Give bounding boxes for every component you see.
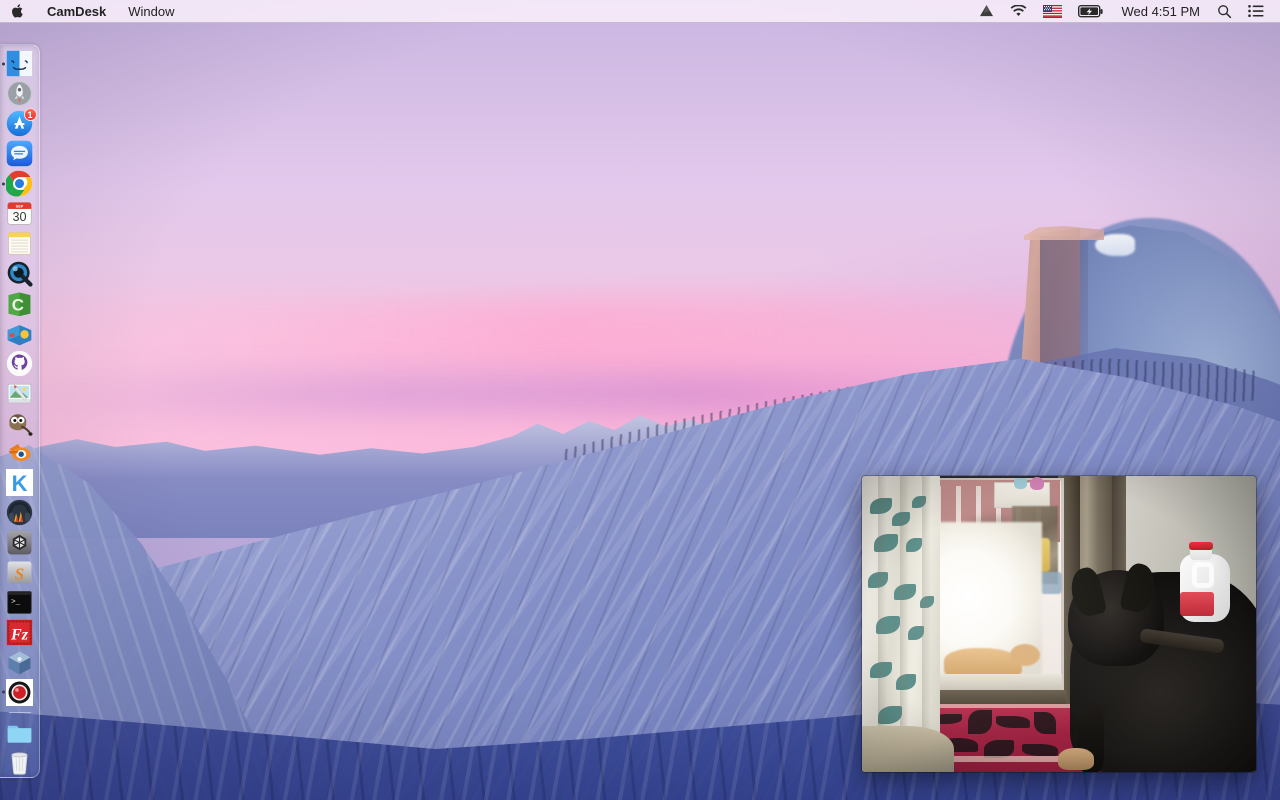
launchpad-icon — [6, 81, 33, 107]
notification-center-icon[interactable] — [1240, 0, 1272, 22]
scene-outdoor-clutter — [1040, 572, 1062, 594]
svg-text:C: C — [12, 295, 24, 314]
dock-item-camdesk[interactable] — [0, 677, 40, 707]
dock-item-messages[interactable] — [0, 139, 40, 169]
svg-text:Fz: Fz — [10, 626, 29, 643]
calibre-icon: C — [8, 292, 31, 316]
dock-item-unity[interactable] — [0, 528, 40, 558]
sublime-text-icon: S — [7, 561, 32, 584]
dock-item-filezilla[interactable]: Fz — [0, 618, 40, 648]
camdesk-video-feed[interactable] — [862, 476, 1256, 772]
battery-charging-icon[interactable] — [1070, 0, 1112, 22]
dock-item-sublime-text[interactable]: S — [0, 558, 40, 588]
folder-icon — [7, 725, 32, 743]
menu-bar-app-name[interactable]: CamDesk — [36, 0, 117, 22]
blender-icon — [8, 444, 31, 462]
dock-item-calibre[interactable]: C — [0, 288, 40, 318]
search-icon[interactable] — [1209, 0, 1240, 22]
quicksilver-icon — [7, 261, 33, 287]
svg-text:>_: >_ — [11, 598, 21, 606]
running-indicator — [1, 182, 5, 186]
trash-icon — [11, 752, 28, 775]
dock[interactable]: 1 SEP 30 C K S >_ Fz — [0, 44, 40, 778]
scene-milk-jug-cap — [1189, 542, 1213, 550]
dock-item-app-store[interactable]: 1 — [0, 107, 40, 139]
wifi-icon[interactable] — [1002, 0, 1035, 22]
camdesk-window[interactable] — [862, 476, 1256, 772]
dock-item-finder[interactable] — [0, 49, 40, 79]
app-store-badge: 1 — [23, 107, 37, 121]
list-glyph — [1248, 4, 1264, 18]
finder-icon — [6, 51, 33, 77]
running-indicator — [1, 690, 5, 694]
github-icon — [6, 350, 33, 376]
dock-item-kodi[interactable]: K — [0, 468, 40, 498]
dock-item-calendar[interactable]: SEP 30 — [0, 199, 40, 229]
dock-item-notes[interactable] — [0, 229, 40, 259]
scene-cup — [1014, 478, 1027, 489]
preview-icon — [7, 383, 32, 403]
menu-bar: CamDesk Window Wed 4:51 PM — [0, 0, 1280, 23]
google-drive-glyph — [980, 5, 994, 17]
svg-text:30: 30 — [12, 210, 26, 224]
menu-bar-clock[interactable]: Wed 4:51 PM — [1112, 4, 1209, 19]
transmit-icon — [7, 324, 32, 346]
apple-menu[interactable] — [0, 0, 36, 22]
svg-text:SEP: SEP — [16, 204, 24, 209]
menu-bar-left: CamDesk Window — [0, 0, 186, 22]
dock-item-transmit[interactable] — [0, 318, 40, 348]
messages-icon — [6, 141, 33, 167]
menu-bar-status-area: Wed 4:51 PM — [971, 0, 1280, 22]
dock-item-quicksilver[interactable] — [0, 258, 40, 288]
filezilla-icon: Fz — [6, 619, 33, 646]
dock-item-gimp[interactable] — [0, 408, 40, 438]
dock-item-terminal[interactable]: >_ — [0, 588, 40, 618]
dock-item-blender[interactable] — [0, 438, 40, 468]
scene-outside-animal — [1010, 644, 1040, 666]
audacity-icon — [6, 500, 33, 526]
notes-icon — [8, 232, 31, 255]
scene-curtain-hem — [862, 726, 954, 772]
kodi-icon: K — [6, 469, 33, 497]
scene-cup — [1030, 477, 1044, 490]
virtualbox-icon — [8, 651, 31, 675]
dock-item-google-chrome[interactable] — [0, 169, 40, 199]
dock-item-downloads-folder[interactable] — [0, 717, 40, 747]
dock-item-preview[interactable] — [0, 378, 40, 408]
svg-text:K: K — [12, 471, 28, 496]
dock-item-virtualbox[interactable] — [0, 647, 40, 677]
scene-dog-paw — [1058, 748, 1094, 770]
svg-text:S: S — [15, 564, 24, 583]
calendar-icon: SEP 30 — [7, 202, 32, 225]
dock-item-github-desktop[interactable] — [0, 348, 40, 378]
chrome-icon — [6, 170, 33, 197]
dock-item-launchpad[interactable] — [0, 79, 40, 109]
menu-window[interactable]: Window — [117, 0, 185, 22]
terminal-icon: >_ — [7, 591, 32, 614]
gimp-icon — [9, 413, 33, 436]
battery-glyph — [1078, 4, 1104, 17]
dock-separator — [8, 712, 31, 714]
desktop-screen: CamDesk Window Wed 4:51 PM 1 SEP 30 C K … — [0, 0, 1280, 800]
google-drive-icon[interactable] — [971, 0, 1002, 22]
magnifier-glyph — [1218, 4, 1232, 18]
scene-milk-jug-handle — [1192, 562, 1214, 588]
input-source-flag-icon[interactable] — [1035, 0, 1070, 22]
camdesk-record-icon — [6, 678, 33, 706]
unity-icon — [7, 530, 32, 555]
dock-item-trash[interactable] — [0, 747, 40, 777]
dock-item-audacity[interactable] — [0, 498, 40, 528]
wifi-glyph — [1011, 4, 1027, 16]
us-flag-glyph — [1043, 4, 1063, 18]
apple-logo-icon — [12, 4, 23, 18]
running-indicator — [1, 62, 5, 66]
scene-milk-jug-label — [1180, 592, 1214, 616]
